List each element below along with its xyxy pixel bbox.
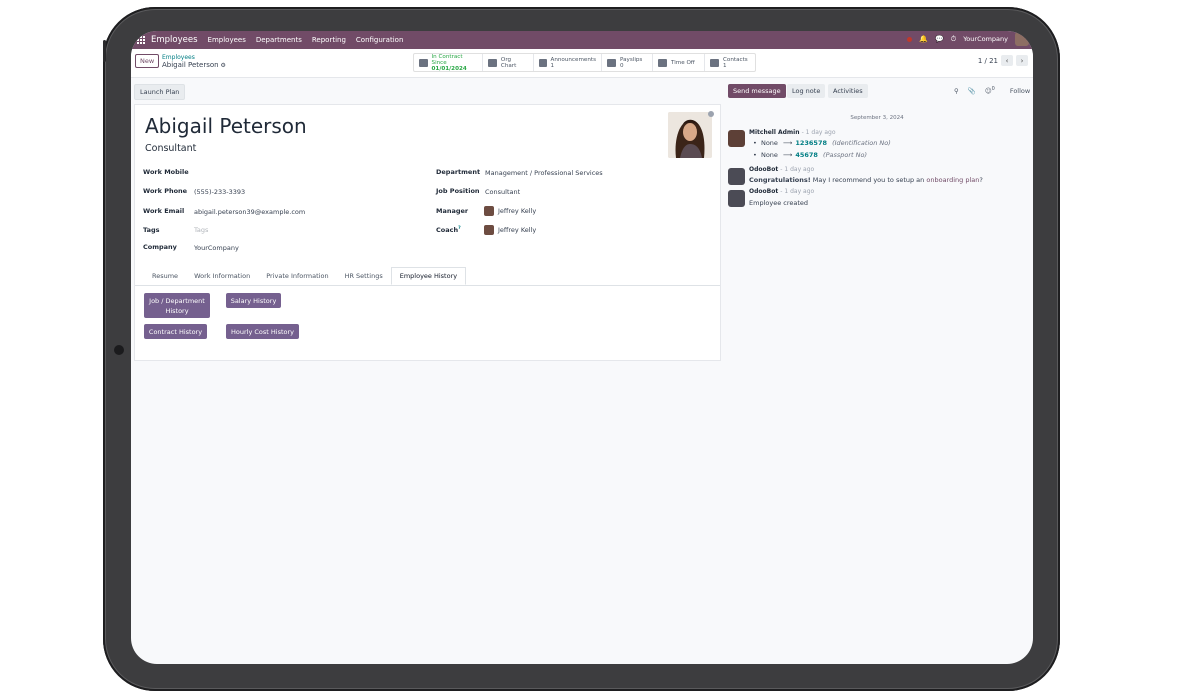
pager: 1 / 21 ‹ › — [978, 55, 1028, 66]
label-department: Department — [436, 168, 481, 176]
company-switcher[interactable]: YourCompany — [963, 35, 1008, 43]
tracking-change-row: • None ⟶ 45678 (Passport No) — [753, 151, 868, 159]
contact-card-icon — [710, 58, 719, 67]
form-tabs: Resume Work Information Private Informat… — [135, 267, 720, 286]
top-navbar: Employees Employees Departments Reportin… — [131, 31, 1033, 49]
presence-status-icon — [708, 111, 714, 117]
message-author: OdooBot - 1 day ago — [749, 166, 815, 173]
tracking-change-row: • None ⟶ 1236578 (Identification No) — [753, 139, 891, 147]
employee-name[interactable]: Abigail Peterson — [145, 114, 307, 138]
label-manager: Manager — [436, 207, 469, 215]
launch-plan-button[interactable]: Launch Plan — [134, 84, 186, 100]
employee-form-sheet: Abigail Peterson Consultant Work Mobile … — [134, 104, 721, 361]
company-field[interactable]: YourCompany — [194, 244, 239, 252]
smart-buttons: In Contract Since 01/01/2024 Org Chart An… — [413, 53, 756, 72]
arrow-right-icon: ⟶ — [783, 139, 793, 147]
status-dot-icon[interactable] — [907, 36, 913, 42]
message-body: Employee created — [749, 199, 809, 207]
arrow-right-icon: ⟶ — [783, 151, 793, 159]
smart-button-contract[interactable]: In Contract Since 01/01/2024 — [414, 54, 483, 72]
label-work-phone: Work Phone — [143, 187, 188, 195]
user-avatar[interactable] — [1015, 32, 1029, 46]
followers-button[interactable]: ☺0 — [985, 86, 995, 95]
hourly-cost-history-button[interactable]: Hourly Cost History — [226, 324, 299, 339]
app-menu-icon[interactable] — [137, 36, 145, 44]
chat-icon[interactable]: 💬 — [935, 35, 944, 43]
calendar-icon — [658, 58, 667, 67]
new-button[interactable]: New — [135, 54, 160, 68]
contract-history-button[interactable]: Contract History — [144, 324, 207, 339]
activity-clock-icon[interactable]: ⏱ — [951, 35, 956, 44]
app-name[interactable]: Employees — [151, 35, 198, 45]
menu-configuration[interactable]: Configuration — [356, 36, 403, 44]
manager-field[interactable]: Jeffrey Kelly — [484, 206, 536, 216]
coach-field[interactable]: Jeffrey Kelly — [484, 225, 536, 235]
label-tags: Tags — [143, 226, 160, 234]
followers-icon: ☺ — [984, 87, 992, 96]
payslip-icon — [607, 58, 616, 67]
manager-avatar — [484, 206, 494, 216]
author-avatar[interactable] — [728, 130, 745, 147]
smart-button-contacts[interactable]: Contacts 1 — [705, 54, 755, 71]
tab-resume[interactable]: Resume — [144, 267, 186, 285]
pager-value[interactable]: 1 / 21 — [978, 57, 998, 65]
pager-previous-icon[interactable]: ‹ — [1001, 55, 1013, 66]
odoobot-avatar[interactable] — [728, 168, 745, 185]
log-note-button[interactable]: Log note — [787, 84, 826, 98]
menu-departments[interactable]: Departments — [256, 36, 302, 44]
send-message-button[interactable]: Send message — [728, 84, 786, 98]
bell-icon[interactable]: 🔔 — [919, 35, 928, 43]
job-department-history-button[interactable]: Job / Department History — [144, 293, 210, 318]
breadcrumb-current: Abigail Peterson — [162, 60, 219, 69]
contract-icon — [419, 58, 428, 67]
gear-icon[interactable]: ⚙ — [221, 62, 226, 69]
label-coach: Coach? — [436, 226, 461, 235]
smart-button-announcements[interactable]: Announcements 1 — [534, 54, 602, 71]
tablet-side-button — [103, 40, 106, 62]
tab-private-information[interactable]: Private Information — [258, 267, 336, 285]
menu-reporting[interactable]: Reporting — [312, 36, 346, 44]
salary-history-button[interactable]: Salary History — [226, 293, 281, 308]
org-chart-icon — [488, 58, 497, 67]
job-position-field[interactable]: Consultant — [485, 188, 520, 196]
employee-job-title[interactable]: Consultant — [145, 143, 196, 154]
paperclip-icon[interactable]: 📎 — [968, 87, 976, 95]
label-company: Company — [143, 243, 177, 251]
label-job-position: Job Position — [436, 187, 480, 195]
label-work-mobile: Work Mobile — [143, 168, 189, 176]
label-work-email: Work Email — [143, 207, 185, 215]
coach-avatar — [484, 225, 494, 235]
search-icon[interactable]: ⚲ — [954, 87, 959, 95]
smart-button-time-off[interactable]: Time Off — [653, 54, 705, 71]
megaphone-icon — [539, 58, 547, 67]
tab-work-information[interactable]: Work Information — [186, 267, 258, 285]
pager-next-icon[interactable]: › — [1016, 55, 1028, 66]
odoobot-avatar[interactable] — [728, 190, 745, 207]
app-screen: Employees Employees Departments Reportin… — [131, 31, 1033, 664]
follow-button[interactable]: Follow — [1010, 87, 1030, 95]
department-field[interactable]: Management / Professional Services — [485, 169, 603, 177]
tablet-camera — [114, 345, 124, 355]
employee-photo[interactable] — [668, 112, 712, 158]
onboarding-plan-link[interactable]: onboarding plan — [926, 176, 979, 184]
help-tooltip-icon[interactable]: ? — [458, 226, 461, 231]
smart-button-org-chart[interactable]: Org Chart — [483, 54, 534, 71]
tab-hr-settings[interactable]: HR Settings — [337, 267, 391, 285]
breadcrumb: Employees Abigail Peterson ⚙ — [162, 54, 226, 69]
work-email-field[interactable]: abigail.peterson39@example.com — [194, 208, 305, 216]
menu-employees[interactable]: Employees — [208, 36, 246, 44]
message-author: OdooBot - 1 day ago — [749, 188, 815, 195]
smart-button-payslips[interactable]: Payslips 0 — [602, 54, 653, 71]
message-body: Congratulations! May I recommend you to … — [749, 176, 983, 184]
date-separator: September 3, 2024 — [850, 115, 904, 121]
tab-employee-history[interactable]: Employee History — [390, 267, 467, 285]
work-phone-field[interactable]: (555)-233-3393 — [194, 188, 245, 196]
tags-field[interactable]: Tags — [194, 226, 208, 234]
chatter-tools: ⚲ 📎 ☺0 Follow — [954, 86, 1030, 95]
message-author: Mitchell Admin - 1 day ago — [749, 129, 836, 136]
activities-button[interactable]: Activities — [828, 84, 868, 98]
control-panel: New Employees Abigail Peterson ⚙ In Cont… — [131, 49, 1033, 78]
